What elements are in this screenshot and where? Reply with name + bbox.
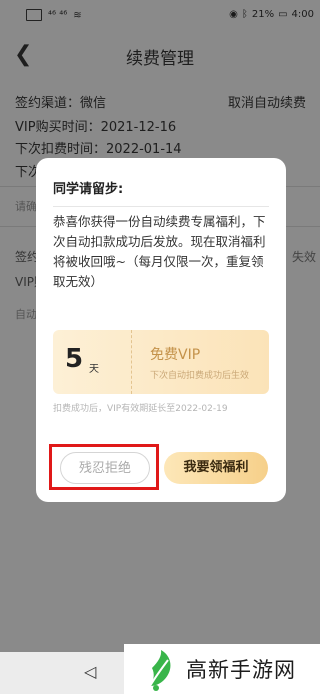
benefit-label: 免费VIP <box>150 347 201 363</box>
page-title: 续费管理 <box>126 49 194 69</box>
triangle-back-icon[interactable]: ◁ <box>84 662 96 681</box>
background-row-right: 失效 <box>291 250 316 264</box>
battery-icon: ▭ <box>278 9 288 20</box>
vip-purchase-time: VIP购买时间：2021-12-16 <box>15 120 177 135</box>
eye-icon: ◉ <box>229 9 238 20</box>
signal-text: ⁴⁶ ⁴⁶ <box>48 9 68 21</box>
bluetooth-icon: ᛒ <box>241 9 248 20</box>
sim-icon <box>26 9 42 21</box>
benefit-subtitle: 下次自动扣费成功后生效 <box>150 371 250 381</box>
watermark-text: 高新手游网 <box>186 658 296 682</box>
wifi-icon: ≋ <box>73 9 82 21</box>
extension-note: 扣费成功后，VIP有效期延长至2022-02-19 <box>53 404 228 414</box>
dialog-message: 恭喜你获得一份自动续费专属福利，下次自动扣款成功后发放。现在取消福利将被收回哦~… <box>53 214 266 289</box>
site-watermark: 高新手游网 <box>124 644 320 694</box>
sign-channel: 签约渠道：微信 <box>15 96 107 111</box>
benefit-days: 5 <box>65 344 84 374</box>
divider <box>53 206 269 207</box>
benefit-unit: 天 <box>89 364 99 375</box>
dialog-title: 同学请留步: <box>53 182 124 197</box>
battery-text: 21% <box>251 9 275 20</box>
benefit-card: 5 天 免费VIP 下次自动扣费成功后生效 <box>53 330 269 394</box>
signal-indicators: ⁴⁶ ⁴⁶ ≋ <box>26 9 82 21</box>
header: ❮ 续费管理 <box>0 30 320 80</box>
background-row: 自动 <box>15 308 37 321</box>
background-note: 请确 <box>15 200 37 213</box>
status-right: ◉ ᛒ 21% ▭ 4:00 <box>229 9 314 20</box>
highlight-box <box>49 444 159 490</box>
next-deduct-time: 下次扣费时间：2022-01-14 <box>15 142 182 157</box>
claim-benefit-button[interactable]: 我要领福利 <box>164 452 268 484</box>
clock: 4:00 <box>291 9 314 20</box>
leaf-logo-icon <box>149 650 171 691</box>
status-bar: ⁴⁶ ⁴⁶ ≋ ◉ ᛒ 21% ▭ 4:00 <box>0 0 320 30</box>
cancel-auto-renew-link[interactable]: 取消自动续费 <box>228 92 306 111</box>
